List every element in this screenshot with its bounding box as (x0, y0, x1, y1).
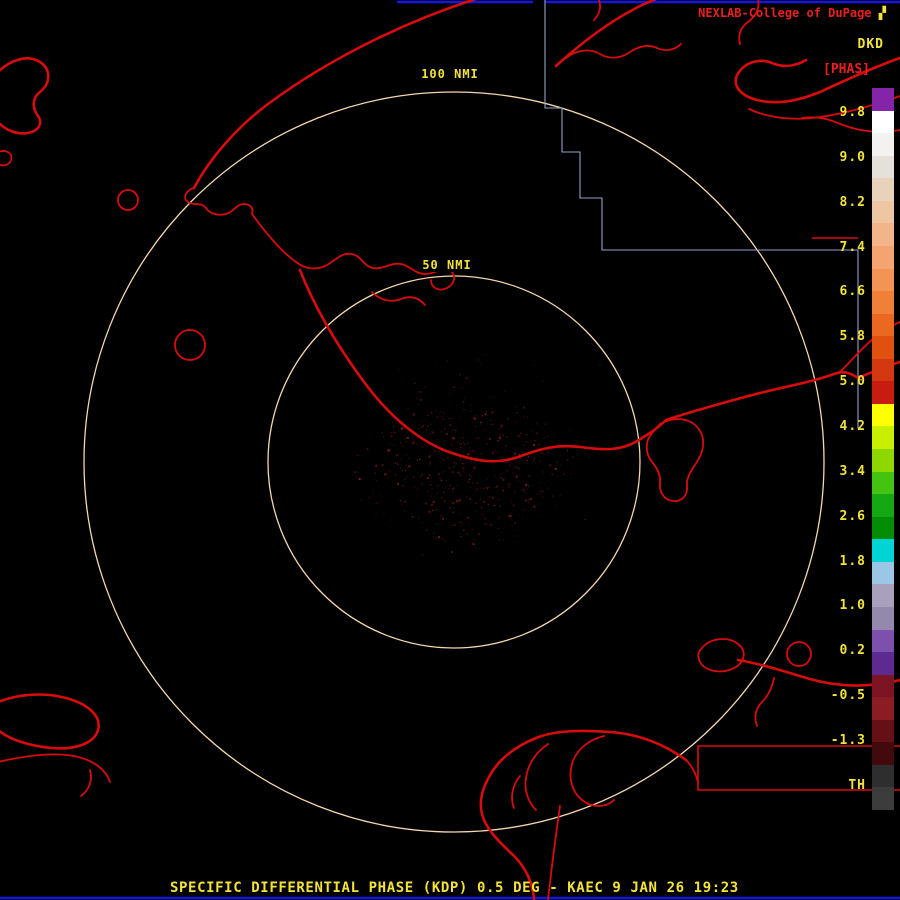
colorbar-segment (872, 629, 894, 653)
colorbar-segment (872, 516, 894, 540)
colorbar-segment (872, 133, 894, 156)
colorbar-tick: 2.6 (839, 508, 866, 524)
ring-label-100nmi: 100 NMI (418, 67, 482, 81)
colorbar-segment (872, 200, 894, 224)
island-outline (117, 189, 139, 211)
ring-label-50nmi: 50 NMI (419, 258, 475, 272)
colorbar-tick: 9.0 (839, 149, 866, 165)
radar-display: NEXLAB-College of DuPage ▞ DKD [PHAS] 10… (0, 0, 900, 900)
colorbar-segment (872, 652, 894, 675)
radar-map-canvas (0, 0, 900, 900)
colorbar-tick: -1.3 (830, 733, 866, 749)
colorbar-tick: 9.8 (839, 105, 866, 120)
colorbar-tick: 0.2 (839, 643, 866, 659)
colorbar-segment (872, 110, 894, 134)
colorbar-tick: 6.6 (839, 284, 866, 300)
coastline-path (479, 729, 688, 900)
colorbar-segment (872, 268, 894, 292)
island-outline (174, 329, 206, 361)
coastline-path (754, 677, 775, 727)
colorbar-segment (872, 584, 894, 607)
colorbar-segment (872, 358, 894, 382)
colorbar-segment (872, 381, 894, 404)
units-label: [PHAS] (823, 62, 870, 77)
range-ring-100nmi (83, 91, 825, 833)
brand-label: NEXLAB-College of DuPage (698, 6, 872, 20)
product-caption: SPECIFIC DIFFERENTIAL PHASE (KDP) 0.5 DE… (170, 880, 739, 896)
coastline-path (192, 0, 477, 190)
colorbar-segment (872, 178, 894, 201)
coastline-path (0, 753, 111, 783)
coastline-path (565, 43, 682, 59)
colorbar-tick: 1.8 (839, 553, 866, 569)
coastline-path (0, 57, 50, 135)
color-scale-bar (872, 88, 894, 810)
colorbar-tick: 3.4 (839, 463, 866, 479)
coastline-path (511, 775, 521, 809)
colorbar-tick: 5.8 (839, 329, 866, 345)
colorbar-segment (872, 223, 894, 246)
colorbar-segment (872, 561, 894, 585)
coastline-path (524, 743, 549, 811)
colorbar-tick: 5.0 (839, 374, 866, 390)
colorbar-segment (872, 449, 894, 472)
colorbar-segment (872, 674, 894, 698)
brand-text: NEXLAB-College of DuPage ▞ (698, 6, 886, 20)
coastline-path (569, 735, 615, 807)
colorbar-segment (872, 764, 894, 788)
map-outlines (0, 0, 900, 900)
radar-echoes (354, 354, 601, 556)
island-outline (645, 418, 705, 502)
colorbar-segment (872, 697, 894, 720)
colorbar-segment (872, 494, 894, 517)
colorbar-segment (872, 539, 894, 562)
colorbar-segment (872, 291, 894, 314)
coastline-path (0, 693, 100, 750)
colorbar-segment (872, 787, 894, 810)
boundary-line (697, 745, 900, 791)
range-rings (83, 91, 825, 833)
coastline-path (371, 291, 426, 306)
colorbar-segment (872, 313, 894, 337)
blue-frame-lines (0, 0, 900, 900)
colorbar-segment (872, 88, 894, 111)
coastline-path (298, 268, 644, 463)
coastline-path (80, 769, 92, 797)
colorbar-segment (872, 606, 894, 630)
colorbar-segment (872, 471, 894, 495)
colorbar-segment (872, 719, 894, 743)
colorbar-segment (872, 403, 894, 427)
coastline-path (251, 213, 297, 263)
colorbar-segment (872, 336, 894, 359)
coastline-path (0, 150, 13, 167)
colorbar-tick: TH (848, 777, 866, 793)
island-outline (697, 638, 745, 673)
colorbar-tick: 7.4 (839, 239, 866, 255)
colorbar-tick: -0.5 (830, 688, 866, 704)
colorbar-tick: 1.0 (839, 598, 866, 614)
color-scale-tick-labels: 9.8 9.0 8.2 7.4 6.6 5.8 5.0 4.2 3.4 2.6 1.8 1.0 0.2 -… (831, 106, 866, 792)
island-outline (786, 641, 812, 667)
colorbar-segment (872, 426, 894, 449)
cod-logo-icon: ▞ (878, 6, 886, 20)
colorbar-segment (872, 155, 894, 179)
colorbar-tick: 8.2 (839, 194, 866, 210)
coastline-path (685, 759, 699, 783)
range-ring-50nmi (267, 275, 641, 649)
coastline-path (184, 187, 254, 216)
colorbar-segment (872, 245, 894, 269)
colorbar-tick: 4.2 (839, 419, 866, 435)
colorbar-segment (872, 742, 894, 765)
product-code: DKD (857, 37, 884, 52)
